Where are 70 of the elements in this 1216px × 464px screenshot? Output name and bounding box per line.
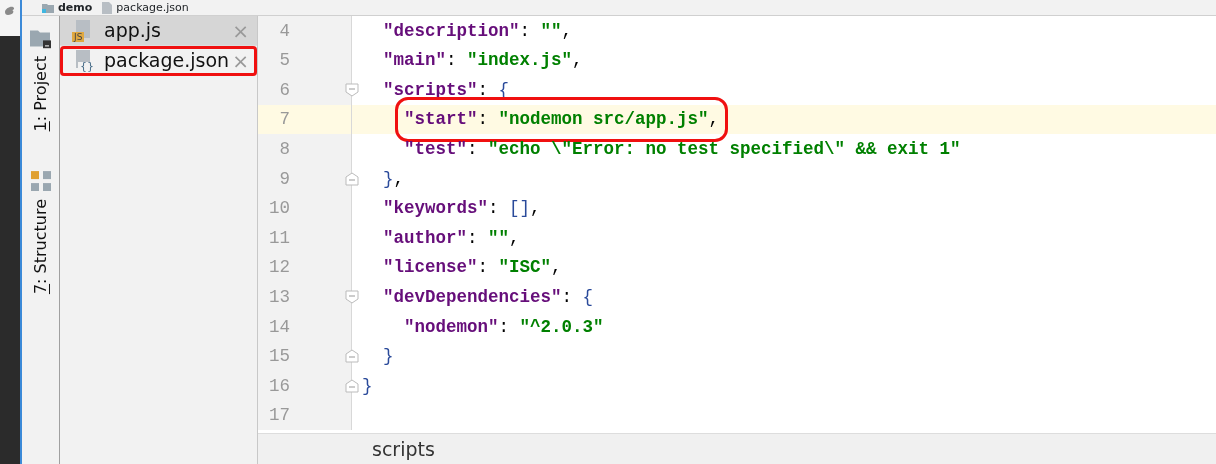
code-token: "main" — [383, 49, 446, 73]
code-token: "nodemon" — [404, 315, 499, 339]
code-token: "" — [488, 226, 510, 250]
fold-icon[interactable] — [345, 290, 359, 305]
structure-icon — [30, 171, 51, 192]
fold-icon[interactable] — [345, 378, 359, 393]
file-tab[interactable]: {} package.json× — [60, 46, 257, 76]
code-token: "" — [540, 19, 562, 43]
code-token: : — [561, 286, 574, 309]
code-token: "ISC" — [498, 256, 552, 280]
code-token: , — [572, 49, 583, 73]
line-number: 13 — [268, 286, 290, 309]
line-number: 5 — [278, 49, 290, 73]
code-token: "test" — [404, 138, 467, 162]
fold-icon[interactable] — [345, 83, 359, 97]
code-token: , — [561, 19, 573, 43]
file-tab[interactable]: JS app.js × — [60, 16, 257, 46]
fold-icon[interactable] — [345, 349, 359, 364]
tool-window-tab[interactable]: 7: Structure — [28, 171, 53, 295]
line-number: 8 — [278, 138, 290, 162]
code-token: , — [509, 226, 520, 250]
code-token: : — [467, 226, 479, 250]
breadcrumb-item[interactable]: scripts — [372, 438, 435, 460]
line-number: 15 — [268, 345, 290, 369]
breadcrumb-item[interactable]: package.json — [102, 0, 189, 15]
code-token: , — [530, 197, 541, 221]
code-token: , — [551, 256, 562, 280]
code-token: : — [477, 78, 490, 102]
code-token: : — [498, 315, 511, 339]
code-token: : — [467, 138, 479, 162]
code-token: : — [446, 49, 458, 73]
code-token: "nodemon src/app.js" — [498, 108, 709, 132]
code-token: : — [519, 19, 532, 43]
code-token: "license" — [383, 256, 478, 280]
code-token: "author" — [383, 226, 467, 250]
code-token: "^2.0.3" — [519, 315, 604, 339]
line-number: 11 — [268, 226, 290, 250]
code-token: "description" — [383, 19, 520, 43]
line-number: 4 — [278, 19, 290, 43]
code-token: } — [383, 345, 394, 369]
line-number: 10 — [268, 197, 290, 221]
code-token: : — [477, 108, 490, 132]
code-token: : — [488, 197, 500, 221]
tool-window-tab[interactable]: 1: Project — [28, 28, 53, 132]
line-number: 17 — [268, 404, 290, 428]
code-token: : — [477, 256, 490, 280]
app-icon[interactable] — [3, 4, 17, 16]
code-token: , — [393, 167, 405, 191]
code-token: "keywords" — [383, 197, 489, 221]
code-token: } — [383, 167, 394, 191]
folder-icon — [42, 3, 54, 13]
code-token: "devDependencies" — [383, 286, 562, 309]
line-number: 14 — [268, 315, 290, 339]
line-number: 16 — [268, 374, 290, 398]
code-token: "scripts" — [383, 78, 478, 102]
code-token: , — [708, 108, 720, 132]
line-number: 9 — [278, 167, 290, 191]
file-icon — [102, 2, 113, 14]
fold-icon[interactable] — [345, 171, 359, 186]
folder-icon — [29, 28, 52, 48]
code-token: "start" — [404, 108, 478, 132]
code-token: { — [582, 286, 594, 309]
breadcrumb-item[interactable]: demo — [42, 0, 93, 15]
line-number: 7 — [278, 108, 290, 132]
line-number: 6 — [278, 78, 290, 102]
line-number: 12 — [268, 256, 290, 280]
code-token: "index.js" — [467, 49, 573, 73]
code-token: [] — [509, 197, 531, 221]
code-token: } — [362, 374, 373, 398]
code-token: "echo \"Error: no test specified\" && exit 1" — [488, 138, 961, 162]
